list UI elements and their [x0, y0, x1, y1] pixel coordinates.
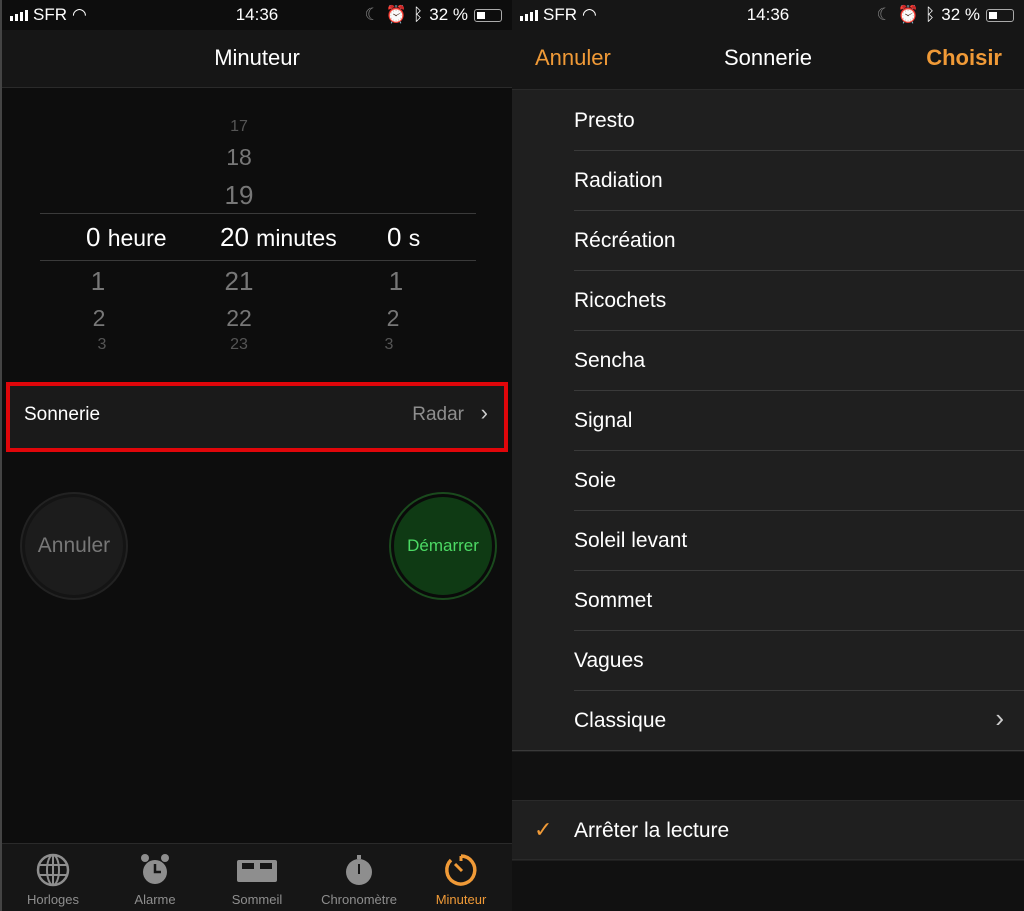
ringtone-row[interactable]: Classique › — [512, 691, 1024, 751]
chevron-right-icon: › — [995, 703, 1004, 733]
ringtone-label: Soie — [574, 469, 617, 492]
stopwatch-icon — [346, 855, 372, 885]
bluetooth-icon: ᛒ — [413, 5, 424, 24]
picker-value: 19 — [224, 180, 254, 210]
ringtone-row[interactable]: Vagues — [512, 631, 1024, 691]
ringtone-label: Radiation — [574, 169, 663, 192]
timer-icon — [445, 854, 477, 886]
alarm-icon: ⏰ — [897, 5, 920, 24]
choose-button[interactable]: Choisir — [926, 45, 1002, 71]
cancel-button[interactable]: Annuler — [22, 494, 126, 598]
status-bar: SFR ◠ 14:36 ☾ ⏰ ᛒ 32 % — [2, 0, 512, 30]
sonnerie-value: Radar — [412, 404, 464, 425]
minutes-selected[interactable]: 20 minutes — [220, 222, 337, 253]
picker-value: 1 — [90, 266, 106, 296]
time-picker[interactable]: 17 18 19 0 heure 20 minutes 0 s 1 2 3 21… — [2, 110, 512, 360]
globe-icon — [36, 853, 70, 887]
tab-chronometre[interactable]: Chronomètre — [308, 844, 410, 911]
ringtone-row[interactable]: Sommet — [512, 571, 1024, 631]
status-bar: SFR ◠ 14:36 ☾ ⏰ ᛒ 32 % — [512, 0, 1024, 30]
sonnerie-screen: SFR ◠ 14:36 ☾ ⏰ ᛒ 32 % Annuler Sonnerie Choi… — [512, 0, 1024, 911]
picker-value: 21 — [224, 266, 254, 296]
sonnerie-row[interactable]: Sonnerie Radar › — [6, 382, 508, 452]
ringtone-label: Sencha — [574, 349, 646, 372]
picker-value: 3 — [384, 336, 394, 353]
tab-sommeil[interactable]: Sommeil — [206, 844, 308, 911]
ringtone-label: Sommet — [574, 589, 653, 612]
checkmark-icon: ✓ — [534, 817, 553, 842]
section-gap — [512, 752, 1024, 800]
battery-percent: 32 % — [941, 5, 980, 24]
picker-value: 17 — [230, 118, 248, 135]
ringtone-label: Ricochets — [574, 289, 667, 312]
moon-icon: ☾ — [876, 5, 892, 24]
ringtone-row[interactable]: Radiation — [512, 151, 1024, 211]
ringtone-row[interactable]: Récréation — [512, 211, 1024, 271]
nav-bar: Minuteur — [2, 30, 512, 88]
ringtone-row[interactable]: Soie — [512, 451, 1024, 511]
battery-icon — [474, 8, 502, 22]
ringtone-label: Classique — [574, 709, 667, 732]
bluetooth-icon: ᛒ — [925, 5, 936, 24]
page-title: Minuteur — [214, 45, 300, 70]
alarm-clock-icon — [141, 854, 169, 884]
ringtone-label: Signal — [574, 409, 633, 432]
ringtone-label: Soleil levant — [574, 529, 688, 552]
battery-icon — [986, 8, 1014, 22]
chevron-right-icon: › — [480, 400, 488, 425]
alarm-icon: ⏰ — [385, 5, 408, 24]
ringtone-row[interactable]: Signal — [512, 391, 1024, 451]
picker-value: 1 — [388, 266, 404, 296]
tab-minuteur[interactable]: Minuteur — [410, 844, 512, 911]
tab-bar: Horloges Alarme Sommeil Chronomètre Minu… — [2, 843, 512, 911]
ringtone-row[interactable]: Soleil levant — [512, 511, 1024, 571]
nav-bar: Annuler Sonnerie Choisir — [512, 30, 1024, 90]
stop-playback-label: Arrêter la lecture — [574, 819, 730, 842]
stop-playback-row[interactable]: ✓ Arrêter la lecture — [512, 800, 1024, 860]
ringtone-row[interactable]: Sencha — [512, 331, 1024, 391]
ringtone-label: Presto — [574, 109, 635, 132]
ringtone-label: Récréation — [574, 229, 676, 252]
start-button[interactable]: Démarrer — [391, 494, 495, 598]
seconds-selected[interactable]: 0 s — [387, 222, 420, 253]
battery-percent: 32 % — [429, 5, 468, 24]
picker-value: 3 — [97, 336, 107, 353]
hours-selected[interactable]: 0 heure — [86, 222, 167, 253]
picker-value: 23 — [230, 336, 248, 353]
ringtone-label: Vagues — [574, 649, 644, 672]
picker-value: 22 — [226, 305, 252, 331]
moon-icon: ☾ — [364, 5, 380, 24]
tab-alarme[interactable]: Alarme — [104, 844, 206, 911]
tab-horloges[interactable]: Horloges — [2, 844, 104, 911]
bed-icon — [237, 860, 277, 882]
picker-value: 18 — [226, 144, 252, 170]
picker-value: 2 — [92, 305, 106, 331]
ringtone-row[interactable]: Ricochets — [512, 271, 1024, 331]
picker-value: 2 — [386, 305, 400, 331]
sonnerie-label: Sonnerie — [24, 404, 101, 425]
ringtone-row[interactable]: Presto — [512, 91, 1024, 151]
timer-screen: SFR ◠ 14:36 ☾ ⏰ ᛒ 32 % Minuteur 17 18 19 0 h… — [0, 0, 512, 911]
